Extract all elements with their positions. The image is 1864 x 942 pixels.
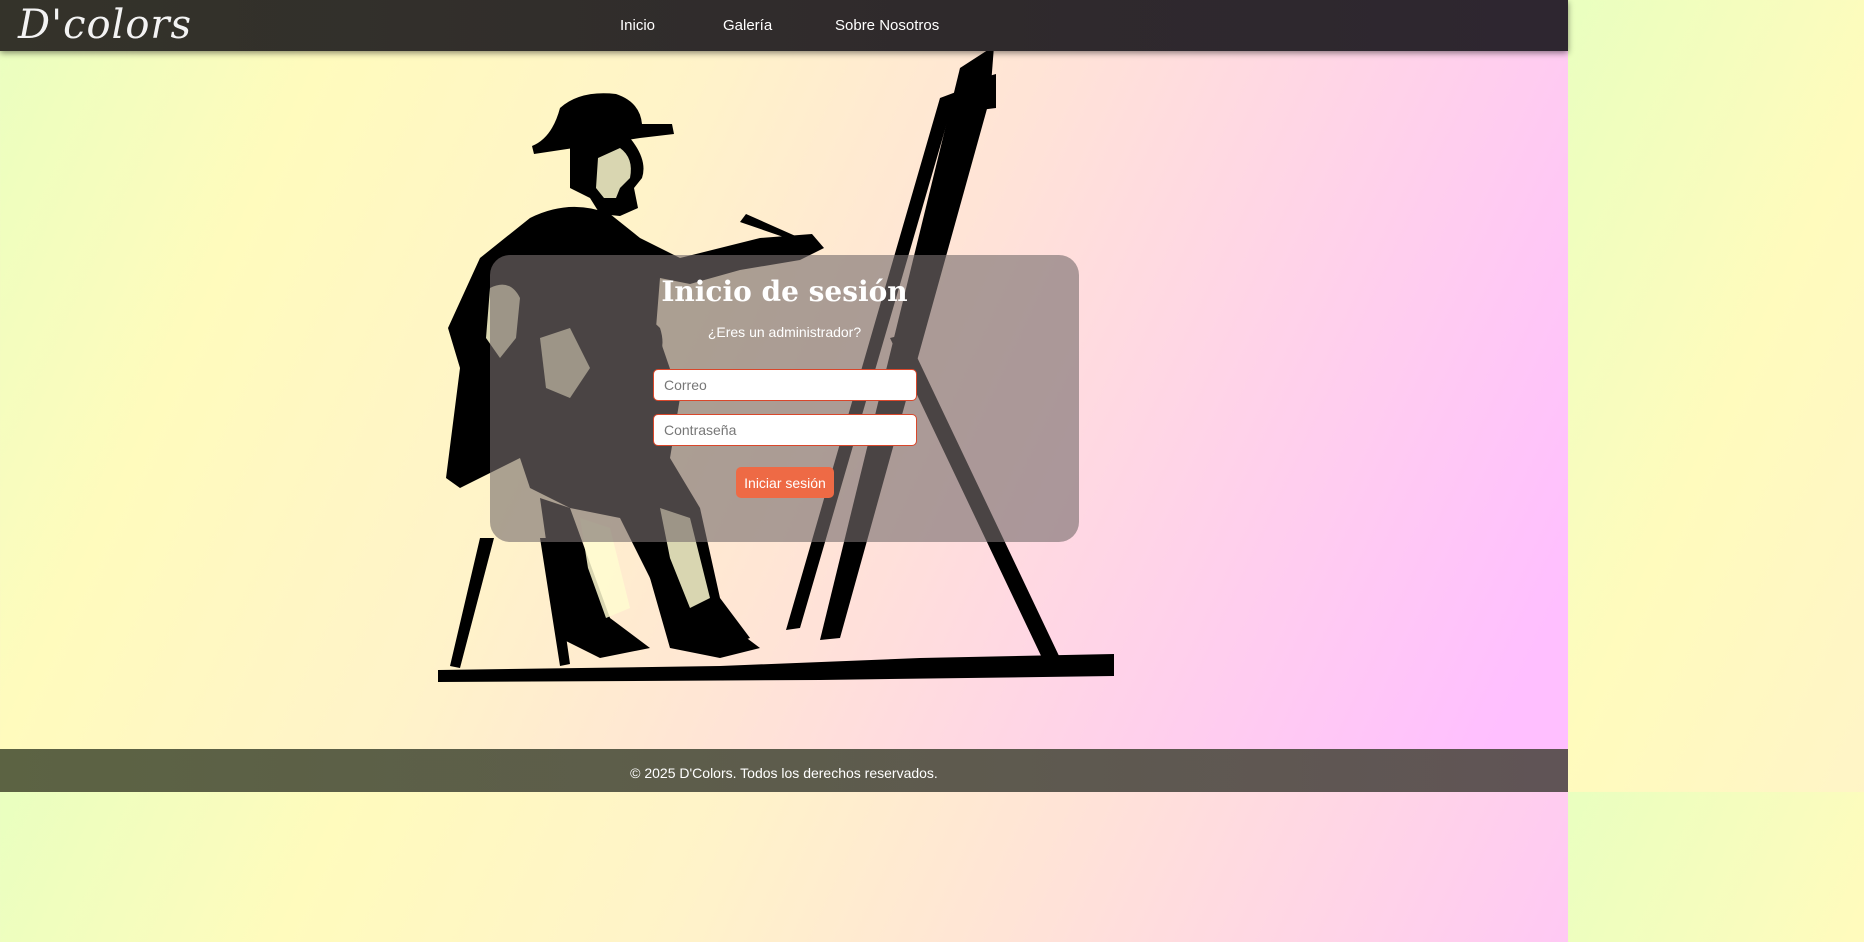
login-title: Inicio de sesión: [661, 275, 908, 308]
login-card: Inicio de sesión ¿Eres un administrador?…: [490, 255, 1079, 542]
footer: © 2025 D'Colors. Todos los derechos rese…: [0, 749, 1568, 792]
email-field[interactable]: [653, 369, 917, 401]
login-button[interactable]: Iniciar sesión: [736, 467, 834, 498]
nav-link-inicio[interactable]: Inicio: [620, 17, 655, 34]
nav-link-galeria[interactable]: Galería: [723, 17, 772, 34]
footer-copyright: © 2025 D'Colors. Todos los derechos rese…: [630, 765, 938, 781]
nav-link-sobre-nosotros[interactable]: Sobre Nosotros: [835, 17, 939, 34]
navbar: D'colors Inicio Galería Sobre Nosotros: [0, 0, 1568, 51]
login-subtitle: ¿Eres un administrador?: [707, 324, 862, 340]
brand-logo[interactable]: D'colors: [18, 2, 192, 48]
password-field[interactable]: [653, 414, 917, 446]
